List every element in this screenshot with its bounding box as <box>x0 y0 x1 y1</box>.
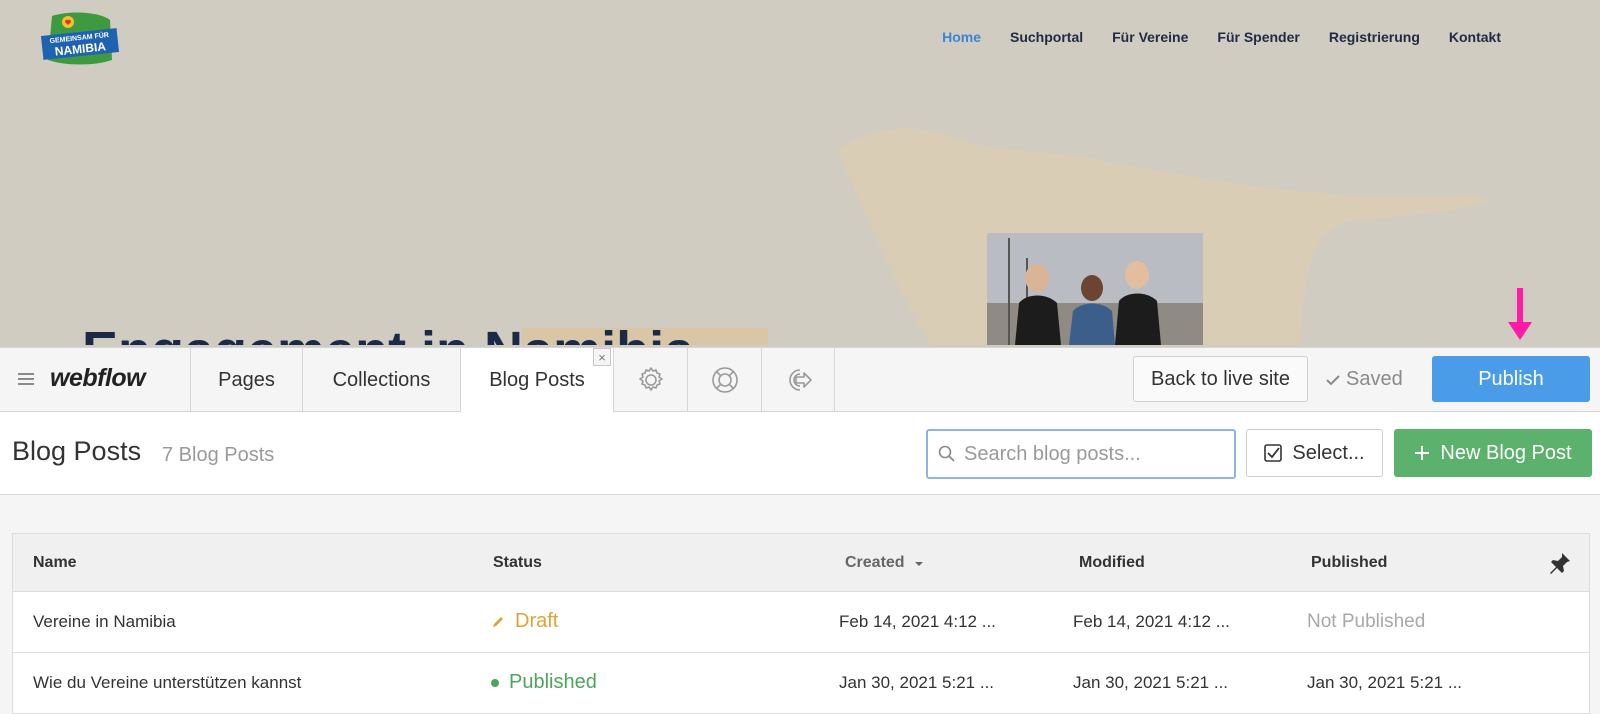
status-badge: Draft <box>491 610 558 633</box>
new-blog-post-label: New Blog Post <box>1440 441 1572 464</box>
select-button[interactable]: Select... <box>1246 429 1383 477</box>
nav-kontakt[interactable]: Kontakt <box>1449 29 1501 45</box>
tab-pages[interactable]: Pages <box>190 348 302 412</box>
post-name[interactable]: Wie du Vereine unterstützen kannst <box>33 673 301 693</box>
site-navigation: Home Suchportal Für Vereine Für Spender … <box>942 29 1501 45</box>
site-logo[interactable]: GEMEINSAM FÜR NAMIBIA <box>40 10 120 68</box>
pin-icon[interactable] <box>1548 551 1572 575</box>
column-published[interactable]: Published <box>1311 554 1387 572</box>
table-row[interactable]: Vereine in Namibia Draft Feb 14, 2021 4:… <box>13 592 1589 653</box>
search-box[interactable] <box>926 429 1236 479</box>
published-date: Jan 30, 2021 5:21 ... <box>1307 673 1463 692</box>
page-title: Blog Posts <box>12 436 142 466</box>
tab-settings[interactable] <box>613 348 687 412</box>
nav-home[interactable]: Home <box>942 29 981 45</box>
column-status[interactable]: Status <box>493 554 542 572</box>
logout-icon <box>789 369 812 391</box>
checkmark-icon <box>1326 374 1340 385</box>
select-button-label: Select... <box>1292 441 1365 464</box>
tab-collections[interactable]: Collections <box>302 348 460 412</box>
table-header: Name Status Created Modified Published <box>13 534 1589 592</box>
created-date: Feb 14, 2021 4:12 ... <box>839 612 996 631</box>
gear-icon <box>638 367 663 391</box>
plus-icon <box>1415 446 1430 460</box>
tab-pages-label: Pages <box>218 368 275 391</box>
modified-date: Jan 30, 2021 5:21 ... <box>1073 673 1229 692</box>
post-name[interactable]: Vereine in Namibia <box>33 612 176 632</box>
item-count: 7 Blog Posts <box>162 444 275 466</box>
status-dot-icon <box>491 678 499 687</box>
checkbox-icon <box>1264 444 1283 462</box>
column-created-label: Created <box>845 554 905 571</box>
tab-help[interactable] <box>687 348 761 412</box>
menu-icon[interactable] <box>18 371 36 387</box>
column-name[interactable]: Name <box>33 554 77 572</box>
table-row[interactable]: Wie du Vereine unterstützen kannst Publi… <box>13 653 1589 714</box>
namibia-map-shape <box>838 128 1490 345</box>
nav-fuer-vereine[interactable]: Für Vereine <box>1112 29 1188 45</box>
webflow-editor: webflow Pages Collections Blog Posts × B… <box>0 347 1600 714</box>
saved-label: Saved <box>1346 368 1403 390</box>
back-to-live-site-button[interactable]: Back to live site <box>1133 356 1308 402</box>
editor-topbar: webflow Pages Collections Blog Posts × B… <box>0 347 1600 413</box>
team-photo <box>987 233 1203 345</box>
new-blog-post-button[interactable]: New Blog Post <box>1394 429 1592 477</box>
close-tab-icon[interactable]: × <box>593 348 611 366</box>
nav-registrierung[interactable]: Registrierung <box>1329 29 1420 45</box>
saved-status: Saved <box>1326 368 1403 391</box>
annotation-arrow-icon <box>1508 288 1532 340</box>
tab-blog-posts[interactable]: Blog Posts × <box>460 348 613 413</box>
help-lifebuoy-icon <box>711 367 738 393</box>
search-icon <box>938 445 955 462</box>
nav-fuer-spender[interactable]: Für Spender <box>1217 29 1299 45</box>
webflow-logo: webflow <box>50 364 146 392</box>
column-created[interactable]: Created <box>845 554 924 572</box>
publish-button[interactable]: Publish <box>1432 356 1590 402</box>
status-badge: Published <box>491 671 597 694</box>
modified-date: Feb 14, 2021 4:12 ... <box>1073 612 1230 631</box>
column-modified[interactable]: Modified <box>1079 554 1145 572</box>
published-date: Not Published <box>1307 611 1426 632</box>
search-input[interactable] <box>964 442 1224 466</box>
created-date: Jan 30, 2021 5:21 ... <box>839 673 995 692</box>
website-preview: GEMEINSAM FÜR NAMIBIA Home Suchportal Fü… <box>0 0 1600 345</box>
nav-suchportal[interactable]: Suchportal <box>1010 29 1083 45</box>
sort-down-icon <box>915 562 924 566</box>
tab-collections-label: Collections <box>332 368 431 391</box>
collection-header: Blog Posts 7 Blog Posts Select... New Bl… <box>0 412 1600 495</box>
pencil-icon <box>493 616 503 627</box>
status-label: Published <box>509 671 597 693</box>
blog-posts-table: Name Status Created Modified Published V… <box>12 533 1590 714</box>
site-heading: Engagement in Namibia <box>82 320 694 345</box>
status-label: Draft <box>515 610 559 632</box>
tab-logout[interactable] <box>761 348 835 412</box>
tab-blog-posts-label: Blog Posts <box>489 369 585 391</box>
